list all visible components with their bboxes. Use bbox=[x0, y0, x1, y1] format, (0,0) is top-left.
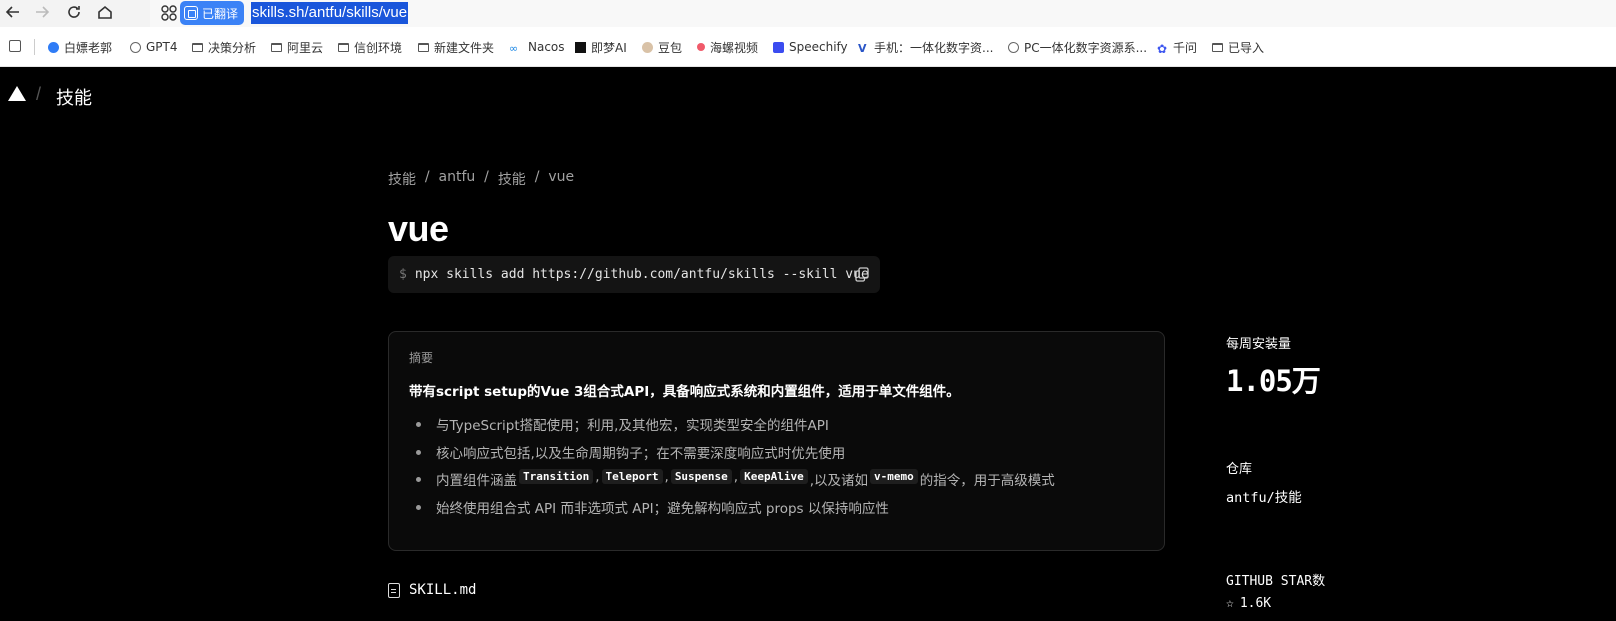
reload-icon[interactable] bbox=[64, 2, 84, 22]
breadcrumb-separator: / bbox=[475, 169, 498, 185]
github-stars-value: 1.6K bbox=[1239, 596, 1272, 611]
browser-toolbar: 已翻译 skills.sh/antfu/skills/vue bbox=[0, 0, 1616, 27]
list-item: 始终使用组合式 API 而非选项式 API；避免解构响应式 props 以保持响… bbox=[409, 497, 1055, 525]
bookmark-item[interactable]: Speechify bbox=[773, 27, 848, 67]
translated-badge[interactable]: 已翻译 bbox=[180, 1, 245, 25]
qianwen-icon: ✿ bbox=[1157, 41, 1168, 56]
bookmark-item[interactable]: GPT4 bbox=[130, 27, 178, 67]
back-icon[interactable] bbox=[3, 2, 23, 22]
bookmark-item[interactable]: ∞ Nacos bbox=[509, 27, 565, 67]
page-title: vue bbox=[388, 208, 449, 249]
bookmark-item[interactable]: 白嫖老郭 bbox=[48, 27, 112, 67]
bookmark-item[interactable]: 即梦AI bbox=[575, 27, 627, 67]
star-icon: ☆ bbox=[1226, 596, 1234, 611]
breadcrumb-separator: / bbox=[525, 169, 549, 185]
command-text: npx skills add https://github.com/antfu/… bbox=[414, 267, 869, 282]
summary-bullets: 与TypeScript搭配使用；利用,及其他宏，实现类型安全的组件API 核心响… bbox=[409, 414, 1055, 524]
folder-icon bbox=[338, 42, 349, 52]
bookmark-item[interactable]: PC一体化数字资源系... bbox=[1008, 27, 1147, 67]
bookmark-item[interactable]: 豆包 bbox=[642, 27, 682, 67]
hailuo-icon bbox=[697, 43, 705, 51]
globe-icon bbox=[48, 41, 59, 53]
apps-icon[interactable] bbox=[160, 4, 178, 22]
bookmarks-divider bbox=[34, 39, 35, 55]
code-chip: Suspense bbox=[670, 469, 732, 484]
github-stars: ☆ 1.6K bbox=[1226, 596, 1271, 611]
weekly-installs-label: 每周安装量 bbox=[1226, 337, 1292, 352]
breadcrumb-separator: / bbox=[416, 169, 439, 185]
nacos-icon: ∞ bbox=[509, 41, 519, 55]
install-command[interactable]: $ npx skills add https://github.com/antf… bbox=[388, 256, 880, 293]
bookmark-item[interactable]: 已导入 bbox=[1212, 27, 1264, 67]
breadcrumb-item[interactable]: antfu bbox=[439, 169, 476, 189]
github-stars-label: GITHUB STAR数 bbox=[1226, 574, 1326, 589]
summary-description: 带有script setup的Vue 3组合式API，具备响应式系统和内置组件，… bbox=[409, 384, 960, 400]
repo-label: 仓库 bbox=[1226, 462, 1253, 477]
code-chip: KeepAlive bbox=[740, 469, 808, 484]
breadcrumb-item[interactable]: 技能 bbox=[498, 169, 526, 189]
speechify-icon bbox=[773, 41, 784, 53]
openai-icon bbox=[1008, 41, 1019, 53]
copy-icon[interactable] bbox=[855, 267, 869, 282]
repo-link[interactable]: antfu/技能 bbox=[1226, 486, 1302, 506]
folder-icon bbox=[271, 42, 282, 52]
url-text[interactable]: skills.sh/antfu/skills/vue bbox=[251, 2, 409, 24]
bookmark-item[interactable]: 海螺视频 bbox=[697, 27, 758, 67]
summary-card: 摘要 带有script setup的Vue 3组合式API，具备响应式系统和内置… bbox=[388, 331, 1165, 551]
site-logo-icon[interactable] bbox=[8, 86, 26, 101]
breadcrumb: 技能 / antfu / 技能 / vue bbox=[388, 169, 574, 189]
openai-icon bbox=[130, 41, 141, 53]
code-chip: Teleport bbox=[601, 469, 663, 484]
header-separator: / bbox=[36, 84, 42, 104]
skill-file-link[interactable]: SKILL.md bbox=[388, 582, 476, 598]
home-icon[interactable] bbox=[95, 2, 115, 22]
bookmark-item[interactable]: 阿里云 bbox=[271, 27, 323, 67]
jimeng-icon bbox=[575, 41, 586, 53]
bookmark-item[interactable]: ✿ 千问 bbox=[1157, 27, 1197, 67]
folder-icon bbox=[192, 42, 203, 52]
translate-icon bbox=[184, 6, 198, 20]
file-icon bbox=[388, 582, 400, 598]
breadcrumb-item[interactable]: 技能 bbox=[388, 169, 416, 189]
v-icon: V bbox=[858, 41, 867, 55]
bookmark-item[interactable]: V 手机：一体化数字资... bbox=[858, 27, 993, 67]
header-crumb[interactable]: 技能 bbox=[56, 84, 92, 110]
folder-icon bbox=[1212, 42, 1223, 52]
breadcrumb-item: vue bbox=[548, 169, 575, 185]
list-item: 内置组件涵盖 Transition, Teleport, Suspense, K… bbox=[409, 469, 1055, 497]
bookmark-item[interactable]: 决策分析 bbox=[192, 27, 256, 67]
tab-search-icon[interactable] bbox=[9, 40, 21, 52]
weekly-installs-value: 1.05万 bbox=[1226, 364, 1321, 398]
file-name: SKILL.md bbox=[409, 582, 477, 598]
bookmark-item[interactable]: 信创环境 bbox=[338, 27, 402, 67]
command-prompt: $ bbox=[399, 267, 407, 282]
list-item: 与TypeScript搭配使用；利用,及其他宏，实现类型安全的组件API bbox=[409, 414, 1055, 442]
code-chip: v-memo bbox=[870, 469, 918, 484]
code-chip: Transition bbox=[519, 469, 594, 484]
bookmarks-bar: 白嫖老郭 GPT4 决策分析 阿里云 信创环境 新建文件夹 ∞ Nacos 即梦A… bbox=[0, 27, 1616, 67]
summary-label: 摘要 bbox=[409, 351, 434, 365]
list-item: 核心响应式包括,以及生命周期钩子；在不需要深度响应式时优先使用 bbox=[409, 442, 1055, 470]
folder-icon bbox=[418, 42, 429, 52]
bookmark-item[interactable]: 新建文件夹 bbox=[418, 27, 494, 67]
forward-icon[interactable] bbox=[32, 2, 52, 22]
doubao-icon bbox=[642, 41, 653, 53]
